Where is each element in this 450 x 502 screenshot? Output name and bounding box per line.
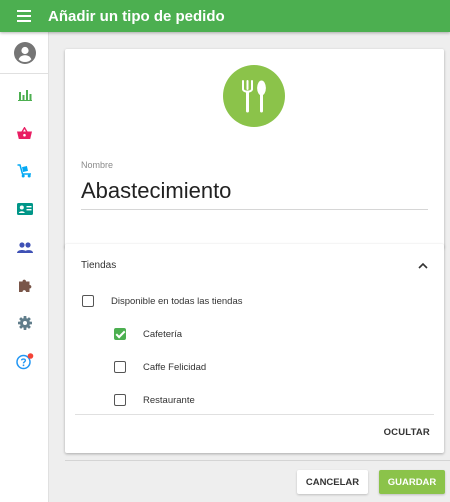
divider	[65, 460, 450, 461]
menu-icon	[17, 10, 31, 22]
avatar[interactable]	[0, 32, 49, 74]
all-stores-label: Disponible en todas las tiendas	[111, 295, 243, 307]
people-icon	[16, 241, 33, 253]
sidebar-item-settings[interactable]	[0, 304, 49, 342]
cancel-button[interactable]: CANCELAR	[297, 470, 368, 494]
order-type-card: Nombre	[65, 49, 444, 248]
order-type-icon-button[interactable]	[223, 65, 285, 127]
stores-section-title: Tiendas	[81, 259, 117, 271]
sidebar-item-orders[interactable]	[0, 114, 49, 152]
store-row-restaurante[interactable]: Restaurante	[114, 386, 195, 414]
chevron-up-icon	[418, 262, 428, 269]
store-row-caffe-felicidad[interactable]: Caffe Felicidad	[114, 353, 206, 381]
delivery-cart-icon	[17, 164, 31, 178]
store-label: Cafetería	[143, 328, 183, 340]
all-stores-checkbox[interactable]	[82, 295, 94, 307]
sidebar-item-deliveries[interactable]	[0, 152, 49, 190]
app-bar: Añadir un tipo de pedido	[0, 0, 450, 32]
contact-card-icon	[16, 203, 33, 215]
store-checkbox-restaurante[interactable]	[114, 394, 126, 406]
bar-chart-icon	[17, 90, 32, 101]
store-checkbox-caffe-felicidad[interactable]	[114, 361, 126, 373]
store-row-cafeteria[interactable]: Cafetería	[114, 320, 182, 348]
menu-button[interactable]	[0, 0, 48, 32]
divider	[75, 414, 434, 415]
puzzle-icon	[18, 279, 31, 292]
all-stores-checkbox-row[interactable]: Disponible en todas las tiendas	[82, 287, 243, 315]
sidebar-item-employees[interactable]	[0, 228, 49, 266]
help-icon	[15, 352, 33, 369]
sidebar-item-help[interactable]	[0, 342, 49, 380]
gear-icon	[17, 316, 32, 330]
store-label: Caffe Felicidad	[143, 361, 207, 373]
save-button[interactable]: GUARDAR	[379, 470, 445, 494]
main-content: Nombre Tiendas Disponible en todas las t…	[49, 32, 450, 502]
fork-knife-icon	[242, 80, 266, 113]
sidebar-item-integrations[interactable]	[0, 266, 49, 304]
store-label: Restaurante	[143, 394, 195, 406]
page-title: Añadir un tipo de pedido	[48, 7, 225, 25]
store-checkbox-cafeteria[interactable]	[114, 328, 126, 340]
account-circle-icon	[13, 41, 36, 64]
sidebar-item-reports[interactable]	[0, 76, 49, 114]
sidebar	[0, 32, 49, 502]
stores-card: Tiendas Disponible en todas las tiendas …	[65, 244, 444, 453]
sidebar-item-customers[interactable]	[0, 190, 49, 228]
stores-section-header[interactable]: Tiendas	[65, 244, 444, 286]
shopping-basket-icon	[17, 127, 32, 139]
hide-button[interactable]: OCULTAR	[384, 427, 430, 438]
name-field-label: Nombre	[81, 160, 114, 170]
name-field[interactable]	[81, 176, 428, 210]
